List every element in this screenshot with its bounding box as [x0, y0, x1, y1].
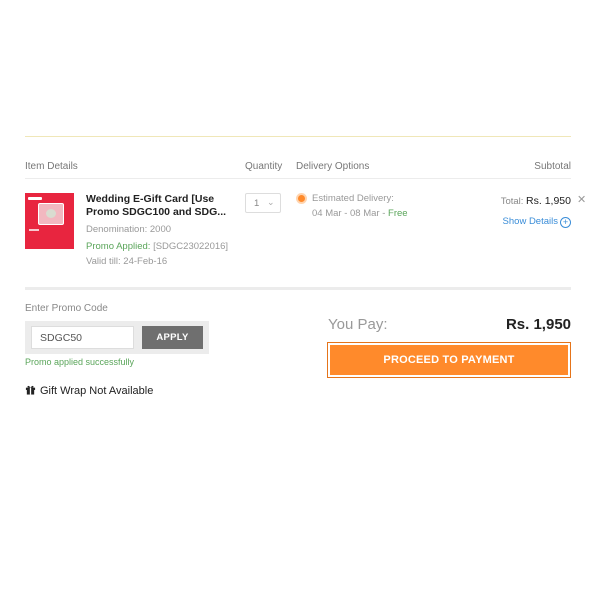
product-promo-applied: Promo Applied: [SDGC23022016]	[86, 241, 228, 252]
thumbnail-logo	[28, 197, 42, 200]
promo-code-form: APPLY	[25, 321, 209, 354]
header-delivery-options: Delivery Options	[296, 161, 370, 172]
apply-promo-button[interactable]: APPLY	[142, 326, 203, 349]
top-divider	[25, 136, 571, 137]
promo-applied-label: Promo Applied:	[86, 241, 151, 252]
promo-success-message: Promo applied successfully	[25, 357, 135, 367]
you-pay-label: You Pay:	[328, 316, 388, 333]
delivery-dates: 04 Mar - 08 Mar - Free	[312, 208, 408, 219]
promo-code-label: Enter Promo Code	[25, 303, 108, 314]
delivery-date-range: 04 Mar - 08 Mar -	[312, 208, 386, 219]
show-details-label: Show Details	[502, 216, 558, 227]
gift-icon	[25, 385, 36, 395]
proceed-to-payment-button[interactable]: PROCEED TO PAYMENT	[327, 342, 571, 378]
gift-wrap-status: Gift Wrap Not Available	[25, 384, 153, 397]
header-subtotal: Subtotal	[534, 161, 571, 172]
header-divider	[25, 178, 571, 179]
item-total: Total: Rs. 1,950	[501, 195, 571, 207]
product-title[interactable]: Wedding E-Gift Card [Use Promo SDGC100 a…	[86, 193, 236, 219]
you-pay-amount: Rs. 1,950	[505, 316, 571, 333]
promo-applied-code: [SDGC23022016]	[153, 241, 229, 252]
product-denomination: Denomination: 2000	[86, 224, 172, 235]
section-divider	[25, 287, 571, 290]
quantity-value: 1	[254, 198, 260, 209]
thumbnail-card-image	[38, 203, 64, 225]
thumbnail-caption	[29, 229, 39, 231]
header-item-details: Item Details	[25, 161, 78, 172]
product-thumbnail[interactable]	[25, 193, 74, 249]
product-valid-till: Valid till: 24-Feb-16	[86, 256, 168, 267]
delivery-option-radio[interactable]	[296, 193, 307, 204]
quantity-select[interactable]: 1 ⌄	[245, 193, 281, 213]
gift-wrap-text: Gift Wrap Not Available	[40, 385, 154, 397]
show-details-link[interactable]: Show Details +	[503, 216, 571, 228]
header-quantity: Quantity	[245, 161, 283, 172]
total-label: Total:	[500, 196, 524, 207]
chevron-down-icon: ⌄	[267, 197, 275, 207]
total-amount: Rs. 1,950	[526, 195, 571, 207]
delivery-cost: Free	[388, 208, 408, 219]
promo-code-input[interactable]	[31, 326, 134, 349]
plus-circle-icon: +	[560, 217, 571, 228]
remove-item-close-icon[interactable]: ✕	[577, 193, 586, 206]
estimated-delivery-label: Estimated Delivery:	[312, 193, 394, 204]
